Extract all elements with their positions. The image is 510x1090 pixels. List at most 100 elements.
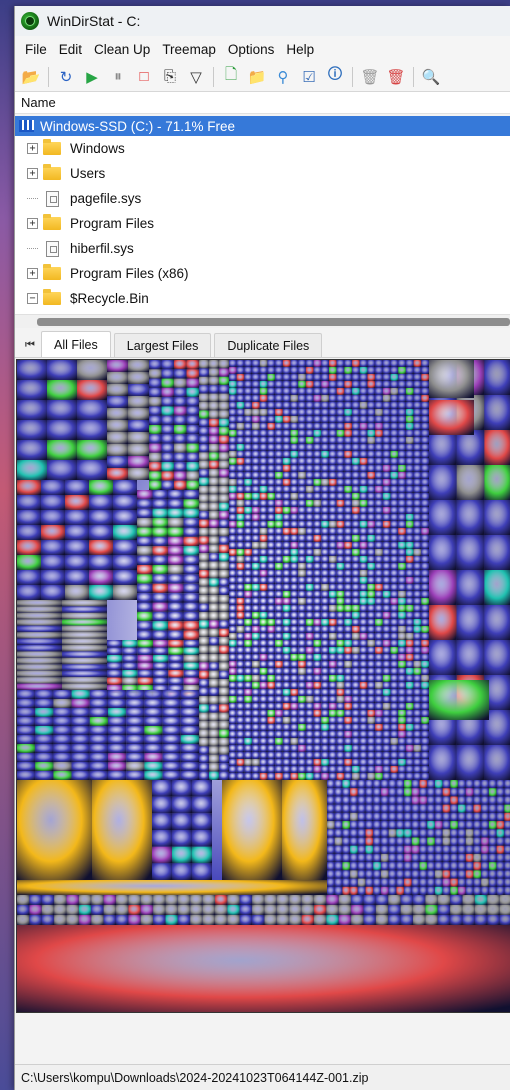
- treemap-cell[interactable]: [321, 479, 329, 486]
- treemap-cell[interactable]: [35, 708, 54, 717]
- treemap-cell[interactable]: [236, 381, 245, 388]
- treemap-cell[interactable]: [419, 862, 428, 871]
- treemap-cell[interactable]: [359, 612, 368, 619]
- treemap-cell[interactable]: [17, 638, 62, 645]
- treemap-cell[interactable]: [484, 395, 510, 430]
- treemap-cell[interactable]: [450, 878, 459, 887]
- treemap-cell[interactable]: [168, 499, 184, 509]
- treemap-cell[interactable]: [62, 677, 107, 684]
- treemap-cell[interactable]: [17, 726, 36, 735]
- treemap-cell[interactable]: [336, 402, 345, 409]
- treemap-cell[interactable]: [89, 510, 113, 525]
- treemap-cell[interactable]: [382, 444, 391, 451]
- treemap-cell[interactable]: [219, 561, 229, 570]
- treemap-cell[interactable]: [107, 647, 123, 656]
- treemap-cell[interactable]: [352, 521, 360, 528]
- treemap-cell[interactable]: [152, 499, 169, 509]
- treemap-cell[interactable]: [229, 675, 237, 682]
- treemap-cell[interactable]: [275, 717, 283, 724]
- treemap-cell[interactable]: [398, 675, 406, 682]
- treemap-cell[interactable]: [380, 853, 389, 863]
- treemap-cell[interactable]: [298, 766, 306, 773]
- treemap-cell[interactable]: [375, 465, 383, 472]
- treemap-cell[interactable]: [382, 402, 391, 409]
- treemap-cell[interactable]: [329, 507, 337, 514]
- treemap-cell[interactable]: [144, 708, 163, 717]
- treemap-cell[interactable]: [290, 731, 299, 738]
- treemap-cell[interactable]: [41, 895, 55, 905]
- treemap-cell[interactable]: [236, 514, 245, 521]
- treemap-cell[interactable]: [326, 905, 339, 915]
- treemap-cell[interactable]: [336, 444, 345, 451]
- treemap-cell[interactable]: [298, 437, 306, 444]
- treemap-cell[interactable]: [421, 682, 429, 689]
- treemap-cell[interactable]: [473, 788, 482, 797]
- treemap-cell[interactable]: [390, 584, 399, 591]
- treemap-cell[interactable]: [183, 565, 200, 575]
- treemap-cell[interactable]: [413, 633, 422, 640]
- treemap-cell[interactable]: [473, 821, 482, 830]
- treemap-cell[interactable]: [344, 486, 353, 493]
- treemap-cell[interactable]: [429, 535, 457, 570]
- treemap-cell[interactable]: [183, 677, 199, 686]
- treemap-cell[interactable]: [219, 393, 229, 402]
- treemap-cell[interactable]: [450, 780, 459, 789]
- treemap-cell[interactable]: [152, 602, 169, 612]
- treemap-cell[interactable]: [282, 444, 291, 451]
- treemap-cell[interactable]: [344, 521, 353, 528]
- treemap-cell[interactable]: [229, 465, 237, 472]
- treemap-cell[interactable]: [344, 661, 353, 668]
- treemap-cell[interactable]: [344, 465, 353, 472]
- treemap-cell[interactable]: [388, 821, 397, 830]
- treemap-cell[interactable]: [252, 381, 260, 388]
- treemap-cell[interactable]: [375, 451, 383, 458]
- treemap-cell[interactable]: [329, 535, 337, 542]
- new-file-icon[interactable]: 🗋: [219, 65, 243, 89]
- treemap-cell[interactable]: [367, 591, 376, 598]
- treemap-cell[interactable]: [390, 654, 399, 661]
- treemap-cell[interactable]: [484, 500, 510, 535]
- treemap-cell[interactable]: [359, 500, 368, 507]
- treemap-cell[interactable]: [359, 682, 368, 689]
- treemap-cell[interactable]: [367, 724, 376, 731]
- treemap-cell[interactable]: [344, 738, 353, 745]
- treemap-cell[interactable]: [252, 395, 260, 402]
- treemap-cell[interactable]: [413, 724, 422, 731]
- treemap-cell[interactable]: [496, 829, 505, 838]
- treemap-cell[interactable]: [367, 437, 376, 444]
- treemap-cell[interactable]: [352, 647, 360, 654]
- treemap-cell[interactable]: [267, 591, 276, 598]
- treemap-cell[interactable]: [219, 620, 229, 629]
- treemap-cell[interactable]: [367, 402, 376, 409]
- treemap-cell[interactable]: [481, 853, 489, 863]
- treemap-cell[interactable]: [434, 845, 443, 854]
- treemap-cell[interactable]: [172, 863, 192, 880]
- treemap-cell[interactable]: [180, 690, 199, 699]
- treemap-cell[interactable]: [219, 712, 229, 722]
- treemap-cell[interactable]: [267, 367, 276, 374]
- treemap-cell[interactable]: [359, 563, 368, 570]
- treemap-cell[interactable]: [375, 549, 383, 556]
- treemap-cell[interactable]: [290, 395, 299, 402]
- treemap-cell[interactable]: [398, 724, 406, 731]
- treemap-cell[interactable]: [229, 458, 237, 465]
- treemap-cell[interactable]: [321, 759, 329, 766]
- treemap-cell[interactable]: [236, 626, 245, 633]
- treemap-cell[interactable]: [367, 759, 376, 766]
- treemap-cell[interactable]: [504, 845, 510, 854]
- treemap-cell[interactable]: [290, 472, 299, 479]
- treemap-cell[interactable]: [259, 437, 268, 444]
- treemap-cell[interactable]: [168, 677, 184, 686]
- treemap-cell[interactable]: [357, 853, 366, 863]
- treemap-cell[interactable]: [359, 668, 368, 675]
- treemap-cell[interactable]: [336, 598, 345, 605]
- treemap-cell[interactable]: [219, 603, 229, 612]
- treemap-cell[interactable]: [398, 696, 406, 703]
- treemap-cell[interactable]: [313, 605, 322, 612]
- treemap-cell[interactable]: [456, 500, 485, 535]
- treemap-cell[interactable]: [367, 661, 376, 668]
- treemap-cell[interactable]: [209, 620, 219, 629]
- treemap-cell[interactable]: [375, 563, 383, 570]
- treemap-cell[interactable]: [342, 870, 351, 879]
- treemap-cell[interactable]: [367, 717, 376, 724]
